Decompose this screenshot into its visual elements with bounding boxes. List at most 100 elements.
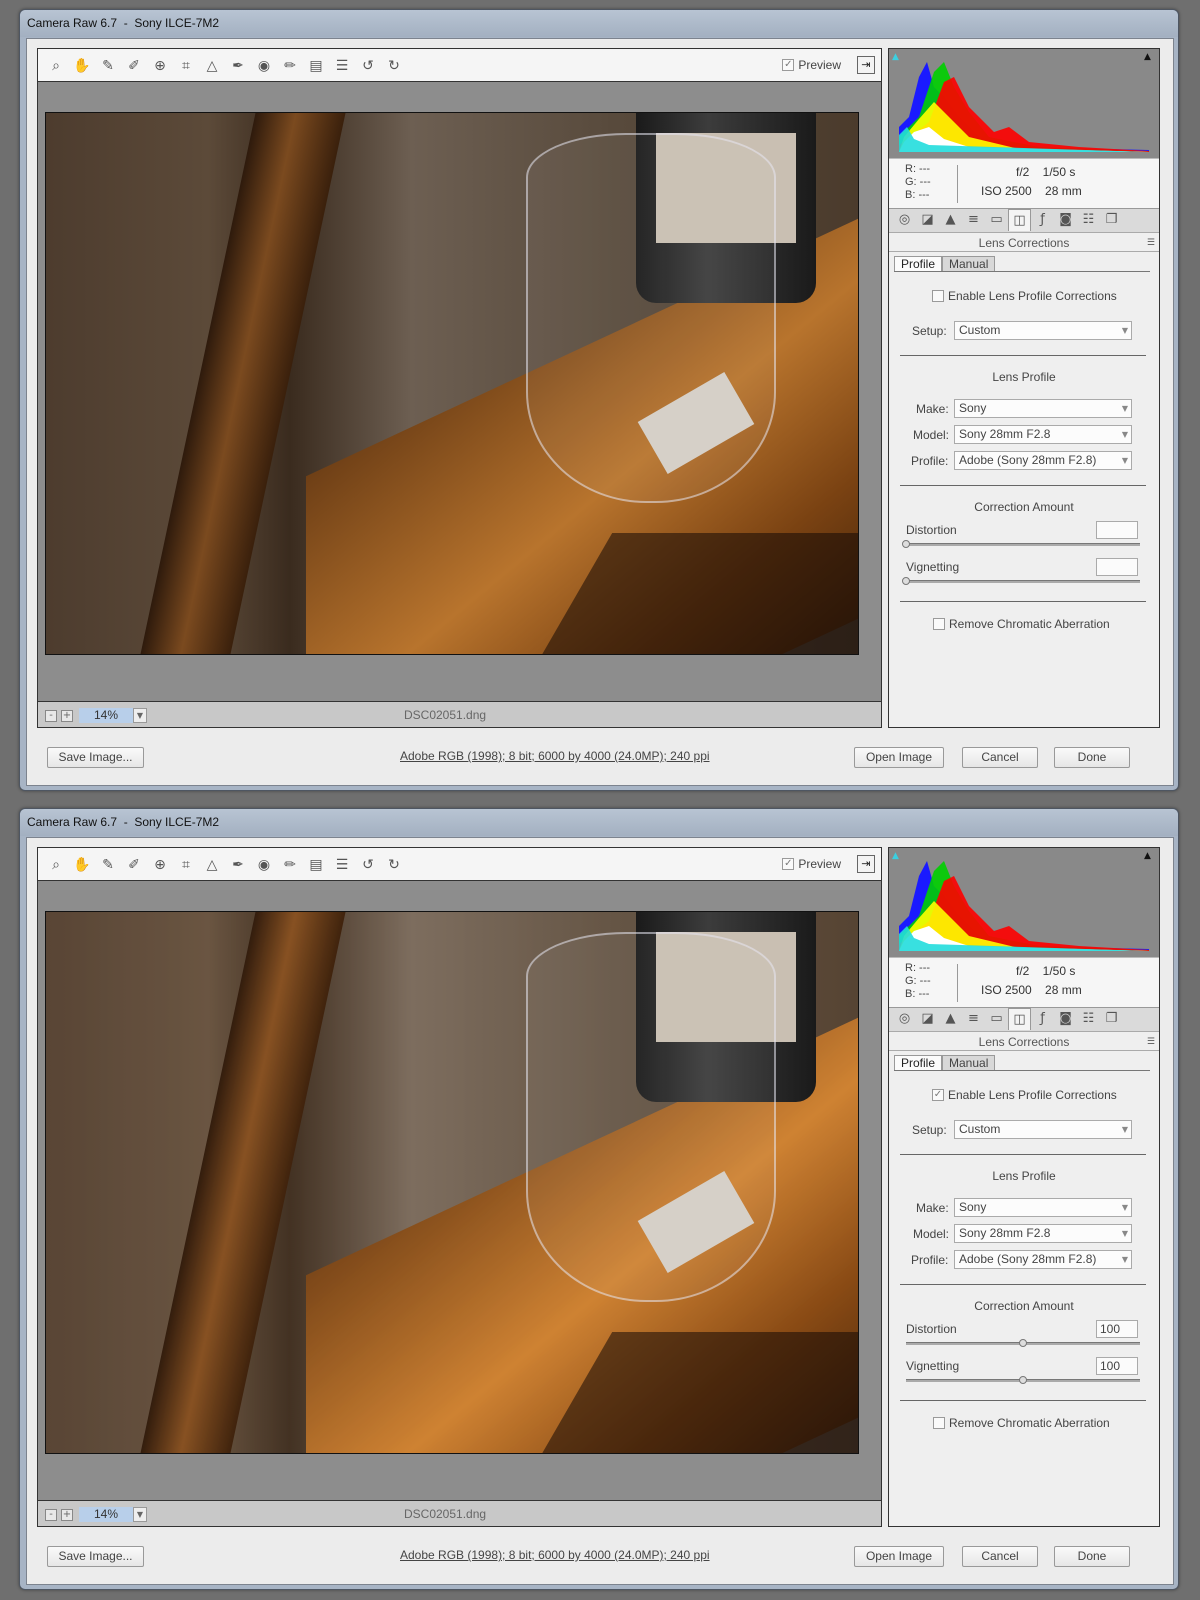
- graduated-filter-icon[interactable]: ▤: [303, 856, 329, 874]
- workflow-options-link[interactable]: Adobe RGB (1998); 8 bit; 6000 by 4000 (2…: [400, 749, 710, 763]
- preview-toggle[interactable]: ✓ Preview: [782, 857, 841, 871]
- color-sampler-icon[interactable]: ✐: [121, 856, 147, 874]
- fullscreen-icon[interactable]: ⇥: [857, 855, 875, 873]
- done-button[interactable]: Done: [1054, 747, 1130, 768]
- hsl-icon[interactable]: ≡: [962, 1008, 985, 1030]
- preview-toggle[interactable]: ✓ Preview: [782, 58, 841, 72]
- rotate-ccw-icon[interactable]: ↺: [355, 57, 381, 75]
- tab-profile[interactable]: Profile: [894, 1055, 943, 1070]
- zoom-level[interactable]: 14%: [79, 708, 133, 723]
- vignetting-value[interactable]: 100: [1096, 1357, 1138, 1375]
- make-dropdown[interactable]: Sony ▼: [954, 399, 1132, 418]
- zoom-level[interactable]: 14%: [79, 1507, 133, 1522]
- zoom-out-button[interactable]: -: [45, 1508, 57, 1521]
- lens-corrections-icon[interactable]: ◫: [1008, 1008, 1031, 1030]
- adjustment-brush-icon[interactable]: ✏: [277, 856, 303, 874]
- preview-checkbox[interactable]: ✓: [782, 858, 795, 870]
- panel-menu-icon[interactable]: ☰: [1147, 234, 1155, 252]
- camera-calibration-icon[interactable]: ◙: [1054, 209, 1077, 231]
- split-toning-icon[interactable]: ▭: [985, 209, 1008, 231]
- adjustment-brush-icon[interactable]: ✏: [277, 57, 303, 75]
- open-image-button[interactable]: Open Image: [854, 747, 944, 768]
- spot-removal-icon[interactable]: ✒: [225, 57, 251, 75]
- presets-icon[interactable]: ☷: [1077, 1008, 1100, 1030]
- snapshots-icon[interactable]: ❐: [1100, 209, 1123, 231]
- distortion-slider-thumb[interactable]: [902, 540, 910, 548]
- enable-profile-checkbox[interactable]: ✓: [932, 1089, 944, 1101]
- straighten-icon[interactable]: △: [199, 856, 225, 874]
- lens-corrections-icon[interactable]: ◫: [1008, 209, 1031, 231]
- tab-manual[interactable]: Manual: [942, 1055, 996, 1070]
- presets-icon[interactable]: ☷: [1077, 209, 1100, 231]
- target-adjustment-icon[interactable]: ⊕: [147, 57, 173, 75]
- zoom-in-button[interactable]: +: [61, 1508, 73, 1521]
- preferences-icon[interactable]: ☰: [329, 856, 355, 874]
- snapshots-icon[interactable]: ❐: [1100, 1008, 1123, 1030]
- detail-icon[interactable]: ▲: [939, 209, 962, 231]
- profile-dropdown[interactable]: Adobe (Sony 28mm F2.8) ▼: [954, 451, 1132, 470]
- basic-icon[interactable]: ◎: [893, 209, 916, 231]
- white-balance-icon[interactable]: ✎: [95, 856, 121, 874]
- effects-icon[interactable]: ƒ: [1031, 1008, 1054, 1030]
- profile-dropdown[interactable]: Adobe (Sony 28mm F2.8) ▼: [954, 1250, 1132, 1269]
- chromatic-aberration-row[interactable]: Remove Chromatic Aberration: [933, 617, 1110, 631]
- vignetting-slider-thumb[interactable]: [1019, 1376, 1027, 1384]
- basic-icon[interactable]: ◎: [893, 1008, 916, 1030]
- chromatic-aberration-checkbox[interactable]: [933, 618, 945, 630]
- preview-checkbox[interactable]: ✓: [782, 59, 795, 71]
- target-adjustment-icon[interactable]: ⊕: [147, 856, 173, 874]
- panel-menu-icon[interactable]: ☰: [1147, 1033, 1155, 1051]
- graduated-filter-icon[interactable]: ▤: [303, 57, 329, 75]
- model-dropdown[interactable]: Sony 28mm F2.8 ▼: [954, 1224, 1132, 1243]
- done-button[interactable]: Done: [1054, 1546, 1130, 1567]
- chromatic-aberration-checkbox[interactable]: [933, 1417, 945, 1429]
- setup-dropdown[interactable]: Custom ▼: [954, 1120, 1132, 1139]
- vignetting-slider[interactable]: [902, 577, 1140, 585]
- split-toning-icon[interactable]: ▭: [985, 1008, 1008, 1030]
- save-image-button[interactable]: Save Image...: [47, 1546, 144, 1567]
- straighten-icon[interactable]: △: [199, 57, 225, 75]
- crop-icon[interactable]: ⌗: [173, 856, 199, 874]
- distortion-value[interactable]: [1096, 521, 1138, 539]
- zoom-icon[interactable]: ⌕: [43, 57, 69, 75]
- enable-profile-checkbox[interactable]: [932, 290, 944, 302]
- setup-dropdown[interactable]: Custom ▼: [954, 321, 1132, 340]
- red-eye-icon[interactable]: ◉: [251, 57, 277, 75]
- vignetting-slider[interactable]: [906, 1376, 1140, 1384]
- distortion-value[interactable]: 100: [1096, 1320, 1138, 1338]
- fullscreen-icon[interactable]: ⇥: [857, 56, 875, 74]
- hand-icon[interactable]: ✋: [69, 856, 95, 874]
- tab-profile[interactable]: Profile: [894, 256, 943, 271]
- hand-icon[interactable]: ✋: [69, 57, 95, 75]
- effects-icon[interactable]: ƒ: [1031, 209, 1054, 231]
- chromatic-aberration-row[interactable]: Remove Chromatic Aberration: [933, 1416, 1110, 1430]
- tab-manual[interactable]: Manual: [942, 256, 996, 271]
- vignetting-slider-thumb[interactable]: [902, 577, 910, 585]
- save-image-button[interactable]: Save Image...: [47, 747, 144, 768]
- model-dropdown[interactable]: Sony 28mm F2.8 ▼: [954, 425, 1132, 444]
- color-sampler-icon[interactable]: ✐: [121, 57, 147, 75]
- rotate-ccw-icon[interactable]: ↺: [355, 856, 381, 874]
- vignetting-value[interactable]: [1096, 558, 1138, 576]
- photo-preview[interactable]: [45, 112, 859, 655]
- crop-icon[interactable]: ⌗: [173, 57, 199, 75]
- distortion-slider[interactable]: [902, 540, 1140, 548]
- detail-icon[interactable]: ▲: [939, 1008, 962, 1030]
- spot-removal-icon[interactable]: ✒: [225, 856, 251, 874]
- zoom-in-button[interactable]: +: [61, 709, 73, 722]
- preferences-icon[interactable]: ☰: [329, 57, 355, 75]
- cancel-button[interactable]: Cancel: [962, 747, 1038, 768]
- chevron-down-icon[interactable]: ▼: [133, 708, 147, 723]
- distortion-slider-thumb[interactable]: [1019, 1339, 1027, 1347]
- tone-curve-icon[interactable]: ◪: [916, 1008, 939, 1030]
- hsl-icon[interactable]: ≡: [962, 209, 985, 231]
- camera-calibration-icon[interactable]: ◙: [1054, 1008, 1077, 1030]
- chevron-down-icon[interactable]: ▼: [133, 1507, 147, 1522]
- enable-profile-row[interactable]: ✓ Enable Lens Profile Corrections: [932, 1088, 1117, 1102]
- white-balance-icon[interactable]: ✎: [95, 57, 121, 75]
- tone-curve-icon[interactable]: ◪: [916, 209, 939, 231]
- red-eye-icon[interactable]: ◉: [251, 856, 277, 874]
- make-dropdown[interactable]: Sony ▼: [954, 1198, 1132, 1217]
- workflow-options-link[interactable]: Adobe RGB (1998); 8 bit; 6000 by 4000 (2…: [400, 1548, 710, 1562]
- cancel-button[interactable]: Cancel: [962, 1546, 1038, 1567]
